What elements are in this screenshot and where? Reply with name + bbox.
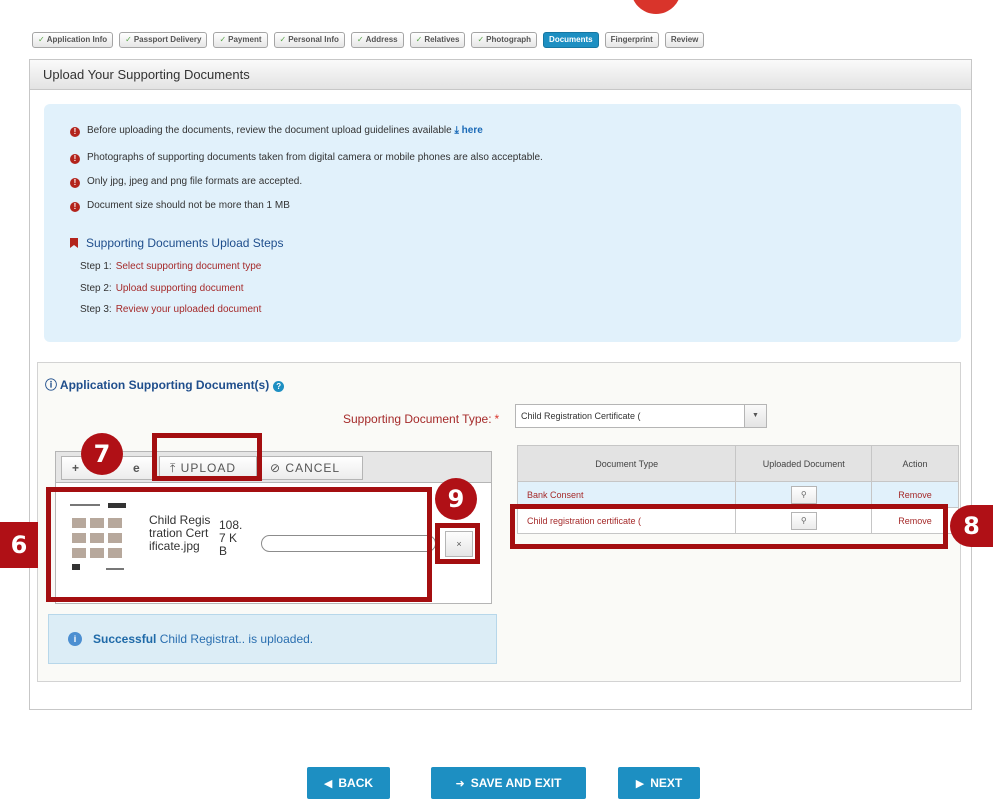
step-item: Step 3: Review your uploaded document — [80, 304, 262, 315]
annotation-box-7 — [152, 433, 262, 481]
tab-personal-info[interactable]: ✓ Personal Info — [273, 32, 345, 48]
check-icon: ✓ — [415, 35, 423, 44]
check-icon: ✓ — [477, 35, 485, 44]
check-icon: ✓ — [125, 35, 132, 44]
tab-payment[interactable]: ✓ Payment — [213, 32, 268, 48]
tab-application-info[interactable]: ✓ Application Info — [32, 32, 114, 48]
annotation-label-8: 8 — [950, 505, 993, 547]
check-icon: ✓ — [356, 35, 364, 44]
alert-icon: ! — [70, 178, 80, 188]
tab-label: Passport Delivery — [133, 35, 202, 44]
tab-label: Photograph — [486, 35, 532, 44]
annotation-circle-fragment — [631, 0, 681, 14]
column-header: Document Type — [516, 445, 737, 482]
guideline-item: ! Document size should not be more than 1… — [70, 200, 290, 212]
tab-relatives[interactable]: ✓ Relatives — [409, 32, 466, 48]
annotation-box-9 — [435, 523, 480, 564]
guidelines-box: ! Before uploading the documents, review … — [44, 104, 961, 342]
annotation-label-7: 7 — [81, 433, 123, 475]
tab-label: Relatives — [424, 35, 460, 44]
view-document-button[interactable]: ⚲ — [790, 485, 817, 504]
next-button[interactable]: ▶ NEXT — [618, 767, 700, 799]
guideline-item: ! Before uploading the documents, review … — [70, 125, 483, 137]
tab-label: Payment — [228, 35, 262, 44]
alert-icon: ! — [70, 202, 80, 212]
annotation-box-6 — [46, 487, 432, 602]
save-and-exit-button[interactable]: ➜ SAVE AND EXIT — [431, 767, 586, 799]
doc-type-select[interactable]: Child Registration Certificate (▼ — [515, 404, 767, 428]
tab-photograph[interactable]: ✓ Photograph — [471, 32, 538, 48]
tab-address[interactable]: ✓ Address — [350, 32, 404, 48]
steps-title: Supporting Documents Upload Steps — [70, 236, 283, 250]
tab-fingerprint[interactable]: Fingerprint — [604, 32, 659, 48]
column-header: Uploaded Document — [735, 445, 873, 482]
tab-label: Application Info — [46, 35, 108, 44]
guideline-item: ! Only jpg, jpeg and png file formats are… — [70, 176, 302, 188]
next-arrow-icon: ▶ — [635, 778, 645, 790]
cancel-icon: ⊘ — [270, 461, 282, 475]
step-item: Step 2: Upload supporting document — [80, 283, 244, 294]
success-alert: i Successful Child Registrat.. is upload… — [48, 614, 497, 664]
alert-icon: ! — [70, 127, 80, 137]
download-icon: ⤓ — [454, 125, 459, 136]
tab-label: Review — [670, 35, 699, 44]
check-icon: ✓ — [38, 35, 45, 44]
table-header-row: Document Type Uploaded Document Action — [516, 445, 959, 482]
tab-passport-delivery[interactable]: ✓ Passport Delivery — [119, 32, 208, 48]
annotation-label-6: 6 — [0, 522, 38, 568]
annotation-box-8 — [510, 504, 948, 549]
help-icon[interactable]: ? — [273, 381, 285, 392]
check-icon: ✓ — [219, 35, 227, 44]
section-title: ⓘ Application Supporting Document(s)? — [45, 376, 285, 393]
tab-label: Address — [365, 35, 398, 44]
info-icon: ⓘ — [45, 378, 58, 392]
info-icon: i — [68, 632, 82, 646]
step-item: Step 1: Select supporting document type — [80, 261, 262, 272]
dropdown-arrow-icon: ▼ — [744, 405, 766, 427]
tab-label: Personal Info — [288, 35, 339, 44]
tab-documents[interactable]: Documents — [543, 32, 599, 48]
doc-type-label: Supporting Document Type: * — [343, 412, 500, 426]
back-arrow-icon: ◀ — [323, 778, 333, 790]
tab-label: Fingerprint — [610, 35, 653, 44]
guidelines-download-link[interactable]: ⤓ here — [454, 125, 482, 136]
check-icon: ✓ — [279, 35, 287, 44]
bookmark-icon — [70, 238, 78, 248]
magnifier-icon: ⚲ — [800, 489, 807, 499]
tab-review[interactable]: Review — [664, 32, 705, 48]
column-header: Action — [871, 445, 959, 482]
tab-label: Documents — [549, 35, 593, 44]
step-tabs: ✓ Application Info ✓ Passport Delivery ✓ Pa… — [32, 32, 710, 48]
cancel-button[interactable]: ⊘ CANCEL — [259, 456, 363, 480]
exit-icon: ➜ — [455, 778, 465, 790]
guideline-item: ! Photographs of supporting documents tak… — [70, 152, 543, 164]
panel-title: Upload Your Supporting Documents — [30, 60, 971, 90]
alert-icon: ! — [70, 154, 80, 164]
required-mark: * — [494, 412, 500, 426]
back-button[interactable]: ◀ BACK — [307, 767, 390, 799]
annotation-label-9: 9 — [435, 478, 477, 520]
